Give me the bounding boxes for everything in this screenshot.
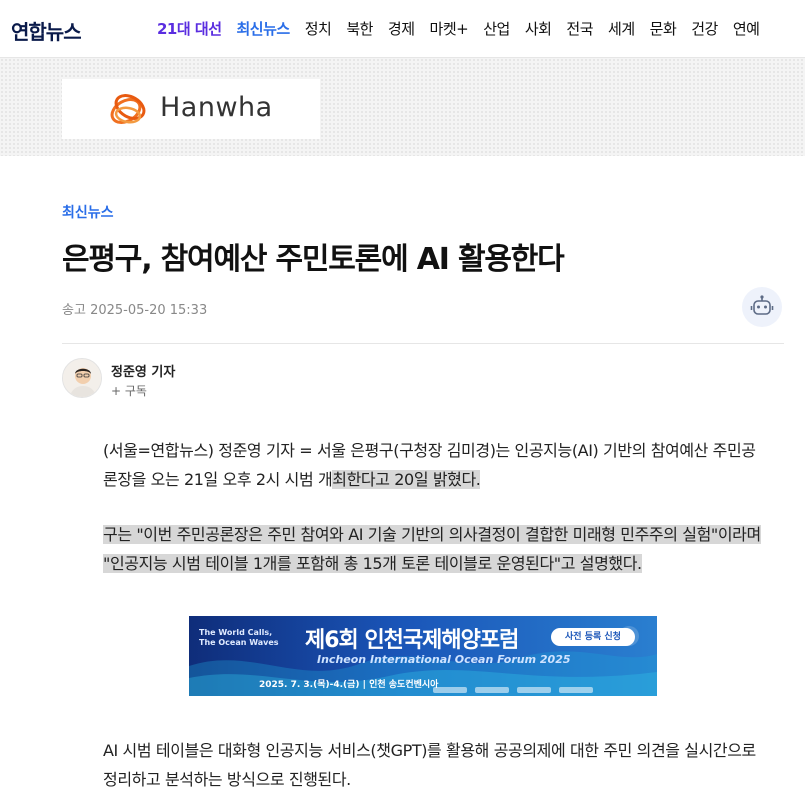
selected-text: 구는 "이번 주민공론장은 주민 참여와 AI 기술 기반의 의사결정이 결합한… xyxy=(103,525,761,573)
hanwha-wordmark: Hanwha xyxy=(160,92,273,123)
article-paragraph: (서울=연합뉴스) 정준영 기자 = 서울 은평구(구청장 김미경)는 인공지능… xyxy=(103,436,763,494)
nav-item-culture[interactable]: 문화 xyxy=(650,18,677,39)
article-headline: 은평구, 참여예산 주민토론에 AI 활용한다 xyxy=(62,242,565,277)
nav-item-latest-news[interactable]: 최신뉴스 xyxy=(237,18,291,39)
nav-item-politics[interactable]: 정치 xyxy=(305,18,332,39)
nav-item-entertainment[interactable]: 연예 xyxy=(733,18,760,39)
ocean-forum-banner-ad[interactable]: The World Calls, The Ocean Waves 제6회 인천국… xyxy=(189,616,657,696)
main-menu: 21대 대선 최신뉴스 정치 북한 경제 마켓+ 산업 사회 전국 세계 문화 … xyxy=(157,18,774,39)
nav-item-election[interactable]: 21대 대선 xyxy=(157,18,222,39)
banner-date: 2025. 7. 3.(목)-4.(금) | 인천 송도컨벤시아 xyxy=(259,680,439,690)
header-divider xyxy=(62,343,784,344)
article-paragraph: AI 시범 테이블은 대화형 인공지능 서비스(챗GPT)를 활용해 공공의제에… xyxy=(103,736,763,794)
paragraph-text: AI 시범 테이블은 대화형 인공지능 서비스(챗GPT)를 활용해 공공의제에… xyxy=(103,741,756,789)
hanwha-ad[interactable]: Hanwha xyxy=(62,79,320,139)
subscribe-button[interactable]: + 구독 xyxy=(111,382,147,399)
publish-date: 2025-05-20 15:33 xyxy=(90,303,208,318)
nav-item-north-korea[interactable]: 북한 xyxy=(346,18,373,39)
sponsor-logo xyxy=(517,687,551,693)
top-navigation: 연합뉴스 21대 대선 최신뉴스 정치 북한 경제 마켓+ 산업 사회 전국 세… xyxy=(0,0,805,58)
reporter-name[interactable]: 정준영 기자 xyxy=(111,361,175,380)
nav-item-health[interactable]: 건강 xyxy=(691,18,718,39)
sponsor-logos xyxy=(433,678,643,693)
robot-icon xyxy=(750,295,774,315)
sponsor-logo xyxy=(559,687,593,693)
date-label: 송고 xyxy=(62,303,86,318)
article-category[interactable]: 최신뉴스 xyxy=(62,202,114,222)
site-logo[interactable]: 연합뉴스 xyxy=(11,16,82,45)
selected-text: 최한다고 20일 밝혔다. xyxy=(332,470,481,489)
article-paragraph: 구는 "이번 주민공론장은 주민 참여와 AI 기술 기반의 의사결정이 결합한… xyxy=(103,520,763,578)
reporter-avatar[interactable] xyxy=(62,358,102,398)
nav-item-market[interactable]: 마켓+ xyxy=(430,18,469,39)
sponsor-logo xyxy=(433,687,467,693)
top-ad-band: Hanwha xyxy=(0,58,805,156)
nav-item-industry[interactable]: 산업 xyxy=(483,18,510,39)
banner-subtitle: Incheon International Ocean Forum 2025 xyxy=(317,653,571,666)
nav-item-economy[interactable]: 경제 xyxy=(388,18,415,39)
banner-register-button[interactable]: 사전 등록 신청 xyxy=(551,628,635,646)
hanwha-flame-icon xyxy=(110,94,146,124)
nav-item-world[interactable]: 세계 xyxy=(608,18,635,39)
banner-title: 제6회 인천국제해양포럼 xyxy=(305,628,519,653)
nav-item-society[interactable]: 사회 xyxy=(525,18,552,39)
article-dateline: 송고 2025-05-20 15:33 xyxy=(62,299,207,318)
nav-item-nation[interactable]: 전국 xyxy=(566,18,593,39)
banner-slogan: The World Calls, The Ocean Waves xyxy=(199,628,279,647)
sponsor-logo xyxy=(475,687,509,693)
ai-summary-button[interactable] xyxy=(742,287,782,327)
reporter-photo xyxy=(63,359,101,397)
